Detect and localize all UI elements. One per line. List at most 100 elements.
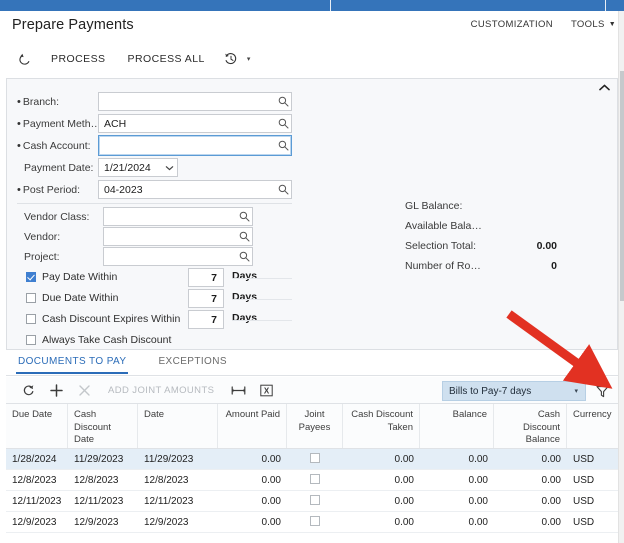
cash-discount-expires-within-checkbox-row[interactable]: Cash Discount Expires Within — [26, 310, 180, 328]
magnifier-icon[interactable] — [236, 248, 252, 265]
vendor-class-input[interactable] — [103, 207, 253, 226]
filter-funnel-icon[interactable] — [592, 380, 612, 402]
cell-cash_discount_date[interactable]: 12/9/2023 — [68, 512, 138, 533]
magnifier-icon[interactable] — [236, 228, 252, 245]
cell-cash_discount_date[interactable]: 12/8/2023 — [68, 470, 138, 491]
cell-due_date[interactable]: 12/8/2023 — [6, 470, 68, 491]
fit-columns-icon[interactable] — [224, 379, 252, 401]
cash-discount-expires-within-checkbox[interactable] — [26, 314, 36, 324]
cell-balance[interactable]: 0.00 — [420, 470, 494, 491]
payment-date-input[interactable]: 1/21/2024 — [98, 158, 178, 177]
always-take-cash-discount-checkbox[interactable] — [26, 335, 36, 345]
tab-documents-to-pay[interactable]: DOCUMENTS TO PAY — [16, 352, 138, 374]
table-header-cash_discount_date[interactable]: Cash Discount Date — [68, 404, 138, 448]
vendor-input[interactable] — [103, 227, 253, 246]
chevron-down-icon[interactable] — [161, 159, 177, 176]
vertical-scrollbar[interactable] — [618, 11, 624, 543]
post-period-input[interactable]: 04-2023 — [98, 180, 292, 199]
due-date-within-days-input[interactable]: 7 — [188, 289, 224, 308]
cell-balance[interactable]: 0.00 — [420, 512, 494, 533]
cell-due_date[interactable]: 1/28/2024 — [6, 449, 68, 470]
pay-date-within-checkbox[interactable] — [26, 272, 36, 282]
clock-dropdown-caret[interactable]: ▾ — [247, 55, 251, 63]
topbar-segment[interactable] — [331, 0, 606, 11]
due-date-within-checkbox-row[interactable]: Due Date Within — [26, 289, 118, 307]
table-header-cash_discount_taken[interactable]: Cash Discount Taken — [343, 404, 420, 448]
table-header-balance[interactable]: Balance — [420, 404, 494, 448]
magnifier-icon[interactable] — [275, 115, 291, 132]
undo-arrow-icon[interactable] — [10, 46, 40, 72]
scrollbar-thumb[interactable] — [620, 71, 624, 301]
cell-date[interactable]: 12/8/2023 — [138, 470, 218, 491]
cell-joint_payees[interactable] — [287, 449, 343, 470]
magnifier-icon[interactable] — [275, 137, 291, 154]
magnifier-icon[interactable] — [275, 93, 291, 110]
table-header-cash_discount_balance[interactable]: Cash Discount Balance — [494, 404, 567, 448]
joint-payees-checkbox[interactable] — [310, 494, 320, 505]
chevron-up-icon[interactable] — [599, 84, 610, 94]
customization-menu[interactable]: CUSTOMIZATION — [471, 19, 553, 30]
branch-input[interactable] — [98, 92, 292, 111]
cell-cash_discount_taken[interactable]: 0.00 — [343, 491, 420, 512]
tab-exceptions[interactable]: EXCEPTIONS — [156, 352, 238, 373]
process-all-button[interactable]: PROCESS ALL — [117, 46, 216, 72]
table-header-currency[interactable]: Currency — [567, 404, 618, 448]
joint-payees-checkbox[interactable] — [310, 515, 320, 526]
cash-discount-expires-days-input[interactable]: 7 — [188, 310, 224, 329]
cell-currency[interactable]: USD — [567, 449, 618, 470]
cell-amount_paid[interactable]: 0.00 — [218, 449, 287, 470]
cell-cash_discount_balance[interactable]: 0.00 — [494, 491, 567, 512]
cell-cash_discount_date[interactable]: 11/29/2023 — [68, 449, 138, 470]
cell-date[interactable]: 11/29/2023 — [138, 449, 218, 470]
table-header-due_date[interactable]: Due Date — [6, 404, 68, 448]
refresh-icon[interactable] — [14, 379, 42, 401]
plus-icon[interactable] — [42, 379, 70, 401]
cell-joint_payees[interactable] — [287, 512, 343, 533]
tools-menu[interactable]: TOOLS ▼ — [571, 19, 616, 30]
cell-cash_discount_balance[interactable]: 0.00 — [494, 449, 567, 470]
always-take-cash-discount-checkbox-row[interactable]: Always Take Cash Discount — [26, 331, 171, 349]
project-input[interactable] — [103, 247, 253, 266]
cell-amount_paid[interactable]: 0.00 — [218, 512, 287, 533]
cell-cash_discount_taken[interactable]: 0.00 — [343, 449, 420, 470]
table-row[interactable]: 12/8/2023 12/8/2023 12/8/2023 0.00 0.00 0.00 0… — [6, 470, 618, 491]
cell-balance[interactable]: 0.00 — [420, 491, 494, 512]
magnifier-icon[interactable] — [236, 208, 252, 225]
topbar-segment[interactable] — [0, 0, 331, 11]
cell-date[interactable]: 12/11/2023 — [138, 491, 218, 512]
pay-date-within-days-input[interactable]: 7 — [188, 268, 224, 287]
cell-cash_discount_balance[interactable]: 0.00 — [494, 470, 567, 491]
table-row[interactable]: 12/9/2023 12/9/2023 12/9/2023 0.00 0.00 0.00 0… — [6, 512, 618, 533]
cell-amount_paid[interactable]: 0.00 — [218, 470, 287, 491]
cell-joint_payees[interactable] — [287, 470, 343, 491]
table-header-joint_payees[interactable]: Joint Payees — [287, 404, 343, 448]
cell-cash_discount_taken[interactable]: 0.00 — [343, 512, 420, 533]
export-excel-icon[interactable]: X — [252, 379, 280, 401]
payment-method-input[interactable]: ACH — [98, 114, 292, 133]
pay-date-within-checkbox-row[interactable]: Pay Date Within — [26, 268, 117, 286]
topbar-segment[interactable] — [606, 0, 624, 11]
due-date-within-checkbox[interactable] — [26, 293, 36, 303]
cell-cash_discount_date[interactable]: 12/11/2023 — [68, 491, 138, 512]
magnifier-icon[interactable] — [275, 181, 291, 198]
cell-date[interactable]: 12/9/2023 — [138, 512, 218, 533]
cell-currency[interactable]: USD — [567, 470, 618, 491]
cell-joint_payees[interactable] — [287, 491, 343, 512]
cell-due_date[interactable]: 12/11/2023 — [6, 491, 68, 512]
cell-cash_discount_balance[interactable]: 0.00 — [494, 512, 567, 533]
cell-due_date[interactable]: 12/9/2023 — [6, 512, 68, 533]
table-header-amount_paid[interactable]: Amount Paid — [218, 404, 287, 448]
joint-payees-checkbox[interactable] — [310, 473, 320, 484]
bills-selector-dropdown[interactable]: Bills to Pay-7 days ▾ — [442, 381, 586, 401]
process-button[interactable]: PROCESS — [40, 46, 117, 72]
cell-currency[interactable]: USD — [567, 512, 618, 533]
cash-account-input[interactable] — [98, 135, 292, 156]
table-header-date[interactable]: Date — [138, 404, 218, 448]
table-row[interactable]: 1/28/2024 11/29/2023 11/29/2023 0.00 0.00 0.0… — [6, 449, 618, 470]
cell-currency[interactable]: USD — [567, 491, 618, 512]
cell-balance[interactable]: 0.00 — [420, 449, 494, 470]
cell-amount_paid[interactable]: 0.00 — [218, 491, 287, 512]
clock-history-icon[interactable] — [216, 46, 246, 72]
cell-cash_discount_taken[interactable]: 0.00 — [343, 470, 420, 491]
table-row[interactable]: 12/11/2023 12/11/2023 12/11/2023 0.00 0.00 0.… — [6, 491, 618, 512]
